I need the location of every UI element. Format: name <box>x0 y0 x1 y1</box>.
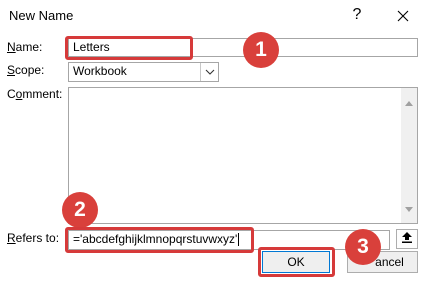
comment-scrollbar[interactable] <box>401 88 417 223</box>
scroll-down-icon[interactable] <box>405 200 413 217</box>
step-badge-2: 2 <box>62 192 98 228</box>
scope-label: Scope: <box>7 63 45 77</box>
step-badge-3: 3 <box>345 229 381 265</box>
step-badge-1: 1 <box>243 32 279 68</box>
dialog-title: New Name <box>9 8 74 23</box>
chevron-down-icon <box>200 63 218 81</box>
close-button[interactable] <box>380 0 426 31</box>
collapse-arrow-icon <box>402 232 412 246</box>
cancel-button-label: ancel <box>375 255 404 269</box>
new-name-dialog: New Name ? Name: Letters 1 Scope: Workbo… <box>0 0 426 282</box>
help-button[interactable]: ? <box>334 0 380 31</box>
comment-textarea[interactable] <box>68 87 418 224</box>
comment-label: Comment: <box>7 87 63 101</box>
ok-highlight-box <box>258 247 335 277</box>
name-highlight-box <box>65 36 193 60</box>
scope-select[interactable]: Workbook <box>68 62 219 82</box>
refers-to-label: Refers to: <box>7 231 60 245</box>
refers-to-highlight-box <box>65 227 254 253</box>
close-icon <box>397 10 409 22</box>
title-bar: New Name ? <box>0 0 426 31</box>
scroll-up-icon[interactable] <box>405 94 413 111</box>
help-icon: ? <box>352 5 362 23</box>
name-label: Name: <box>7 40 43 54</box>
collapse-dialog-button[interactable] <box>396 229 418 249</box>
scope-select-value: Workbook <box>73 64 127 78</box>
